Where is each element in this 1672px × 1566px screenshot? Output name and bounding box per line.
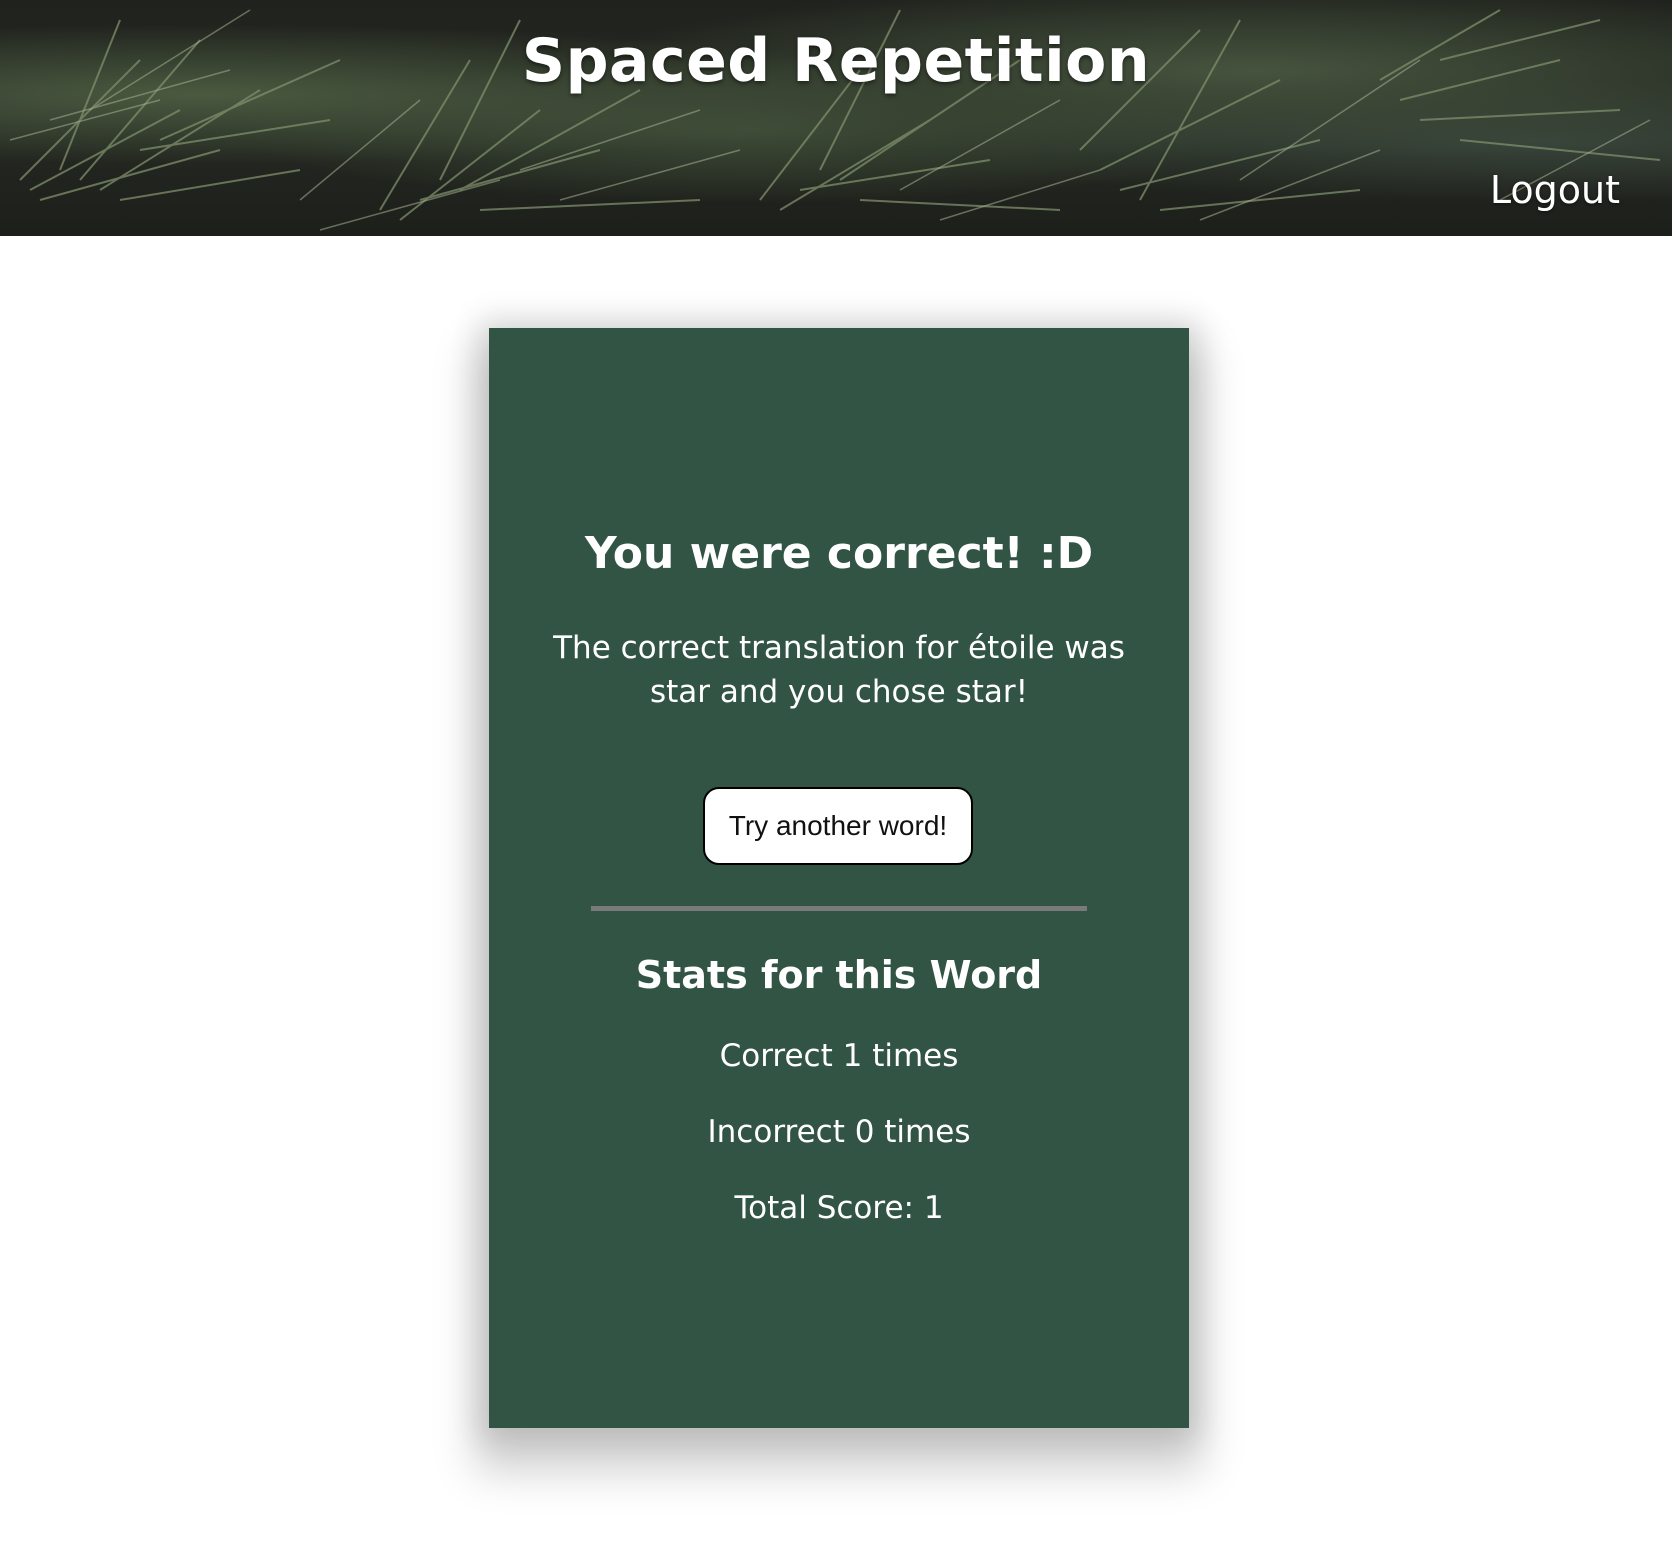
site-title: Spaced Repetition	[521, 26, 1151, 96]
result-message: The correct translation for étoile was s…	[553, 630, 1125, 710]
incorrect-count: Incorrect 0 times	[707, 1114, 971, 1150]
stats-heading: Stats for this Word	[635, 953, 1043, 997]
logout-link[interactable]: Logout	[1490, 168, 1620, 212]
feedback-card: You were correct! :D The correct transla…	[489, 328, 1189, 1428]
divider	[591, 906, 1087, 911]
total-score: Total Score: 1	[734, 1190, 944, 1226]
correct-count: Correct 1 times	[719, 1038, 959, 1074]
result-heading: You were correct! :D	[584, 528, 1094, 579]
try-another-word-button[interactable]: Try another word!	[703, 787, 973, 865]
site-header: Spaced Repetition Logout	[0, 0, 1672, 236]
